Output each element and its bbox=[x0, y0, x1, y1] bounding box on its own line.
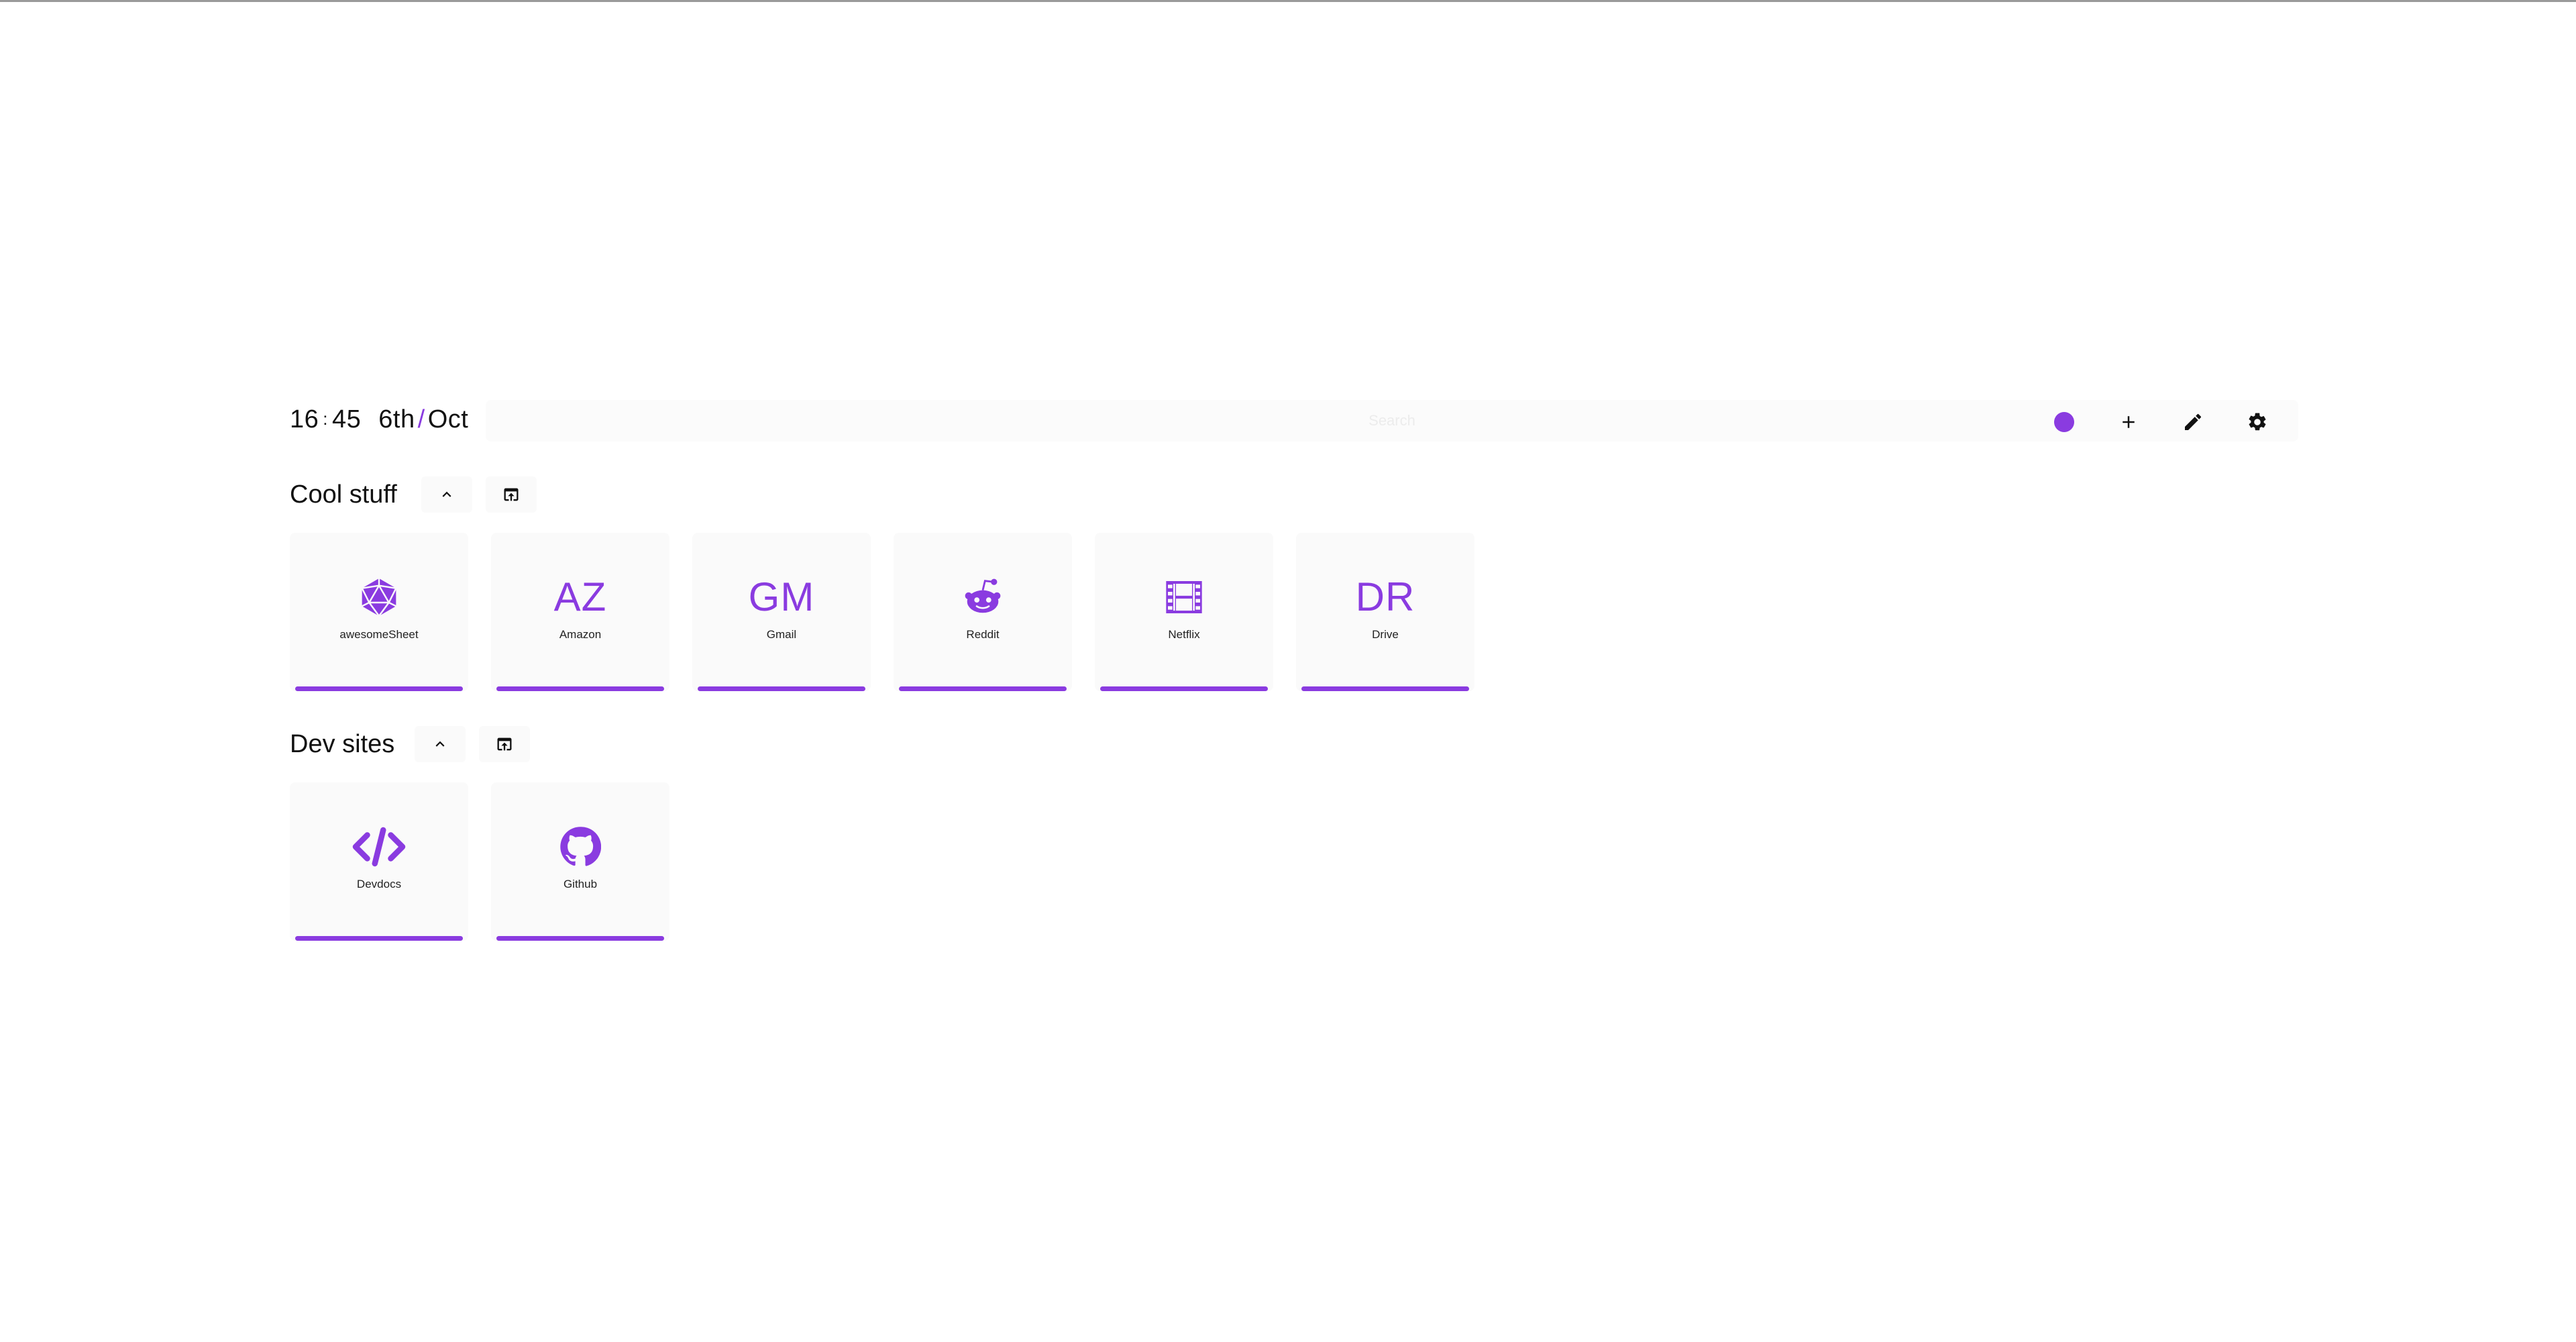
bookmark-letters: GM bbox=[748, 574, 815, 619]
bookmark-letters: AZ bbox=[553, 574, 607, 619]
github-icon bbox=[560, 827, 601, 866]
collapse-group-button[interactable] bbox=[415, 726, 466, 762]
d20-dice-icon bbox=[361, 578, 397, 617]
bookmark-tile-reddit[interactable]: Reddit bbox=[894, 533, 1072, 691]
open-in-new-icon bbox=[504, 488, 519, 501]
group-title-dev-sites: Dev sites bbox=[290, 730, 395, 758]
collapse-group-button[interactable] bbox=[421, 476, 472, 513]
clock-hours: 16 bbox=[290, 405, 319, 433]
bookmark-tile-drive[interactable]: DR Drive bbox=[1296, 533, 1474, 691]
code-icon bbox=[352, 827, 406, 867]
date-slash: / bbox=[417, 405, 425, 433]
clock-minutes: 45 bbox=[332, 405, 362, 433]
clock: 16:45 6th / Oct bbox=[290, 405, 468, 434]
window-top-border bbox=[0, 0, 2576, 2]
theme-button[interactable] bbox=[2041, 400, 2088, 444]
bookmark-label: Drive bbox=[1372, 628, 1399, 641]
bookmark-tile-gmail[interactable]: GM Gmail bbox=[692, 533, 871, 691]
bookmark-label: Gmail bbox=[766, 628, 797, 641]
theme-color-dot bbox=[2054, 412, 2074, 432]
settings-icon bbox=[2249, 413, 2266, 431]
bookmark-tile-awesomesheet[interactable]: awesomeSheet bbox=[290, 533, 468, 691]
open-all-button[interactable] bbox=[486, 476, 537, 513]
bookmark-grid: awesomeSheet AZ Amazon GM Gmail Reddit N… bbox=[290, 533, 1474, 691]
bookmark-label: Github bbox=[563, 878, 598, 890]
clock-separator: : bbox=[323, 409, 329, 429]
bookmark-letters: DR bbox=[1355, 574, 1415, 619]
open-in-new-icon bbox=[497, 737, 512, 751]
add-icon bbox=[2123, 416, 2135, 428]
settings-button[interactable] bbox=[2234, 400, 2281, 444]
group-title-cool-stuff: Cool stuff bbox=[290, 480, 397, 509]
bookmark-label: Netflix bbox=[1168, 628, 1200, 641]
film-icon bbox=[1166, 581, 1202, 613]
bookmark-label: Reddit bbox=[966, 628, 1000, 641]
edit-button[interactable] bbox=[2169, 400, 2216, 444]
search-input[interactable] bbox=[486, 400, 2298, 442]
chevron-up-icon bbox=[442, 491, 451, 497]
bookmark-tile-amazon[interactable]: AZ Amazon bbox=[491, 533, 669, 691]
add-button[interactable] bbox=[2105, 400, 2152, 444]
date-month: Oct bbox=[427, 405, 469, 433]
toolbar bbox=[2041, 400, 2296, 444]
chevron-up-icon bbox=[435, 741, 445, 747]
edit-icon bbox=[2185, 413, 2202, 430]
bookmark-tile-devdocs[interactable]: Devdocs bbox=[290, 782, 468, 941]
header-bar: 16:45 6th / Oct bbox=[290, 400, 2298, 444]
bookmark-grid: Devdocs Github bbox=[290, 782, 669, 941]
bookmark-label: Devdocs bbox=[356, 878, 402, 890]
bookmark-label: Amazon bbox=[559, 628, 602, 641]
open-all-button[interactable] bbox=[479, 726, 530, 762]
bookmark-tile-netflix[interactable]: Netflix bbox=[1095, 533, 1273, 691]
reddit-icon bbox=[965, 578, 1001, 613]
bookmark-tile-github[interactable]: Github bbox=[491, 782, 669, 941]
date-day: 6th bbox=[378, 405, 415, 433]
bookmark-label: awesomeSheet bbox=[339, 628, 419, 641]
